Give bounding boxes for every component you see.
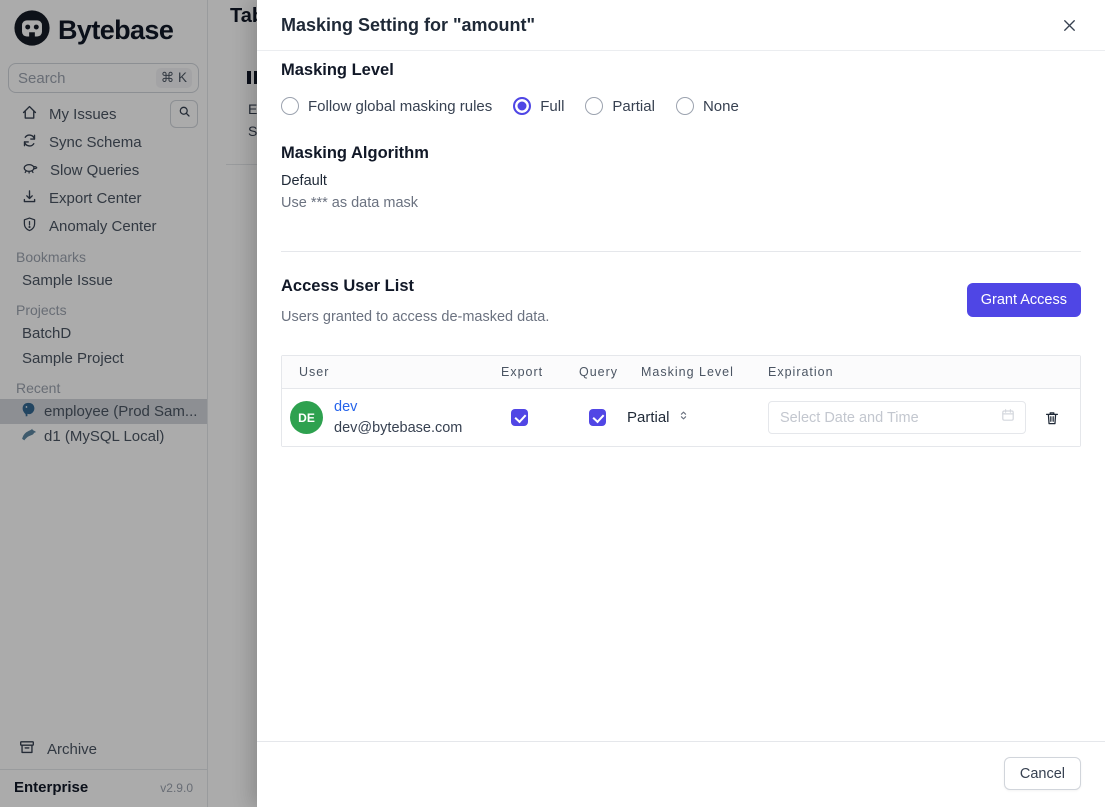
column-user: User bbox=[299, 365, 330, 379]
masking-level-heading: Masking Level bbox=[281, 61, 394, 79]
table-row: DE dev dev@bytebase.com Partial Select D… bbox=[282, 389, 1080, 446]
grant-access-button[interactable]: Grant Access bbox=[966, 283, 1081, 317]
calendar-icon bbox=[1000, 407, 1016, 428]
app-screen: Bytebase Search ⌘ K My Issues Sync Schem… bbox=[0, 0, 1105, 807]
access-user-list-heading: Access User List bbox=[281, 277, 414, 295]
date-placeholder: Select Date and Time bbox=[780, 409, 919, 426]
algorithm-name: Default bbox=[281, 173, 327, 189]
masking-level-radio-group: Follow global masking rules Full Partial… bbox=[281, 97, 739, 115]
query-checkbox[interactable] bbox=[589, 409, 606, 426]
column-masking-level: Masking Level bbox=[641, 365, 734, 379]
user-email: dev@bytebase.com bbox=[334, 419, 463, 436]
user-name-link[interactable]: dev bbox=[334, 397, 462, 417]
table-header: User Export Query Masking Level Expirati… bbox=[282, 356, 1080, 389]
algorithm-description: Use *** as data mask bbox=[281, 195, 419, 211]
avatar: DE bbox=[290, 401, 323, 434]
modal-header: Masking Setting for "amount" bbox=[257, 0, 1105, 51]
radio-none[interactable]: None bbox=[675, 97, 739, 115]
radio-follow-global-rules[interactable]: Follow global masking rules bbox=[281, 97, 492, 115]
radio-icon bbox=[675, 97, 694, 115]
modal-title: Masking Setting for "amount" bbox=[281, 14, 536, 35]
radio-icon bbox=[513, 97, 532, 115]
user-cell: DE dev dev@bytebase.com bbox=[282, 397, 501, 438]
expiration-date-input[interactable]: Select Date and Time bbox=[768, 401, 1026, 434]
close-icon[interactable] bbox=[1057, 13, 1081, 37]
expiration-cell: Select Date and Time bbox=[768, 401, 1080, 434]
modal-scrim[interactable] bbox=[0, 0, 257, 807]
column-expiration: Expiration bbox=[768, 365, 834, 379]
radio-full[interactable]: Full bbox=[513, 97, 564, 115]
cancel-button[interactable]: Cancel bbox=[1003, 757, 1081, 790]
export-checkbox[interactable] bbox=[511, 409, 528, 426]
column-query: Query bbox=[579, 365, 619, 379]
access-user-table: User Export Query Masking Level Expirati… bbox=[281, 355, 1081, 447]
export-cell bbox=[501, 409, 579, 426]
radio-icon bbox=[585, 97, 604, 115]
column-export: Export bbox=[501, 365, 544, 379]
radio-icon bbox=[281, 97, 299, 115]
radio-partial[interactable]: Partial bbox=[585, 97, 655, 115]
chevron-up-down-icon bbox=[677, 409, 690, 426]
section-divider bbox=[281, 251, 1081, 252]
access-user-list-subtitle: Users granted to access de-masked data. bbox=[281, 309, 550, 325]
masking-setting-modal: Masking Setting for "amount" Masking Lev… bbox=[257, 0, 1105, 807]
masking-level-cell: Partial bbox=[627, 409, 768, 426]
masking-level-select[interactable]: Partial bbox=[627, 409, 768, 426]
footer-divider bbox=[257, 741, 1105, 742]
masking-algorithm-heading: Masking Algorithm bbox=[281, 144, 429, 162]
trash-icon[interactable] bbox=[1043, 409, 1061, 427]
